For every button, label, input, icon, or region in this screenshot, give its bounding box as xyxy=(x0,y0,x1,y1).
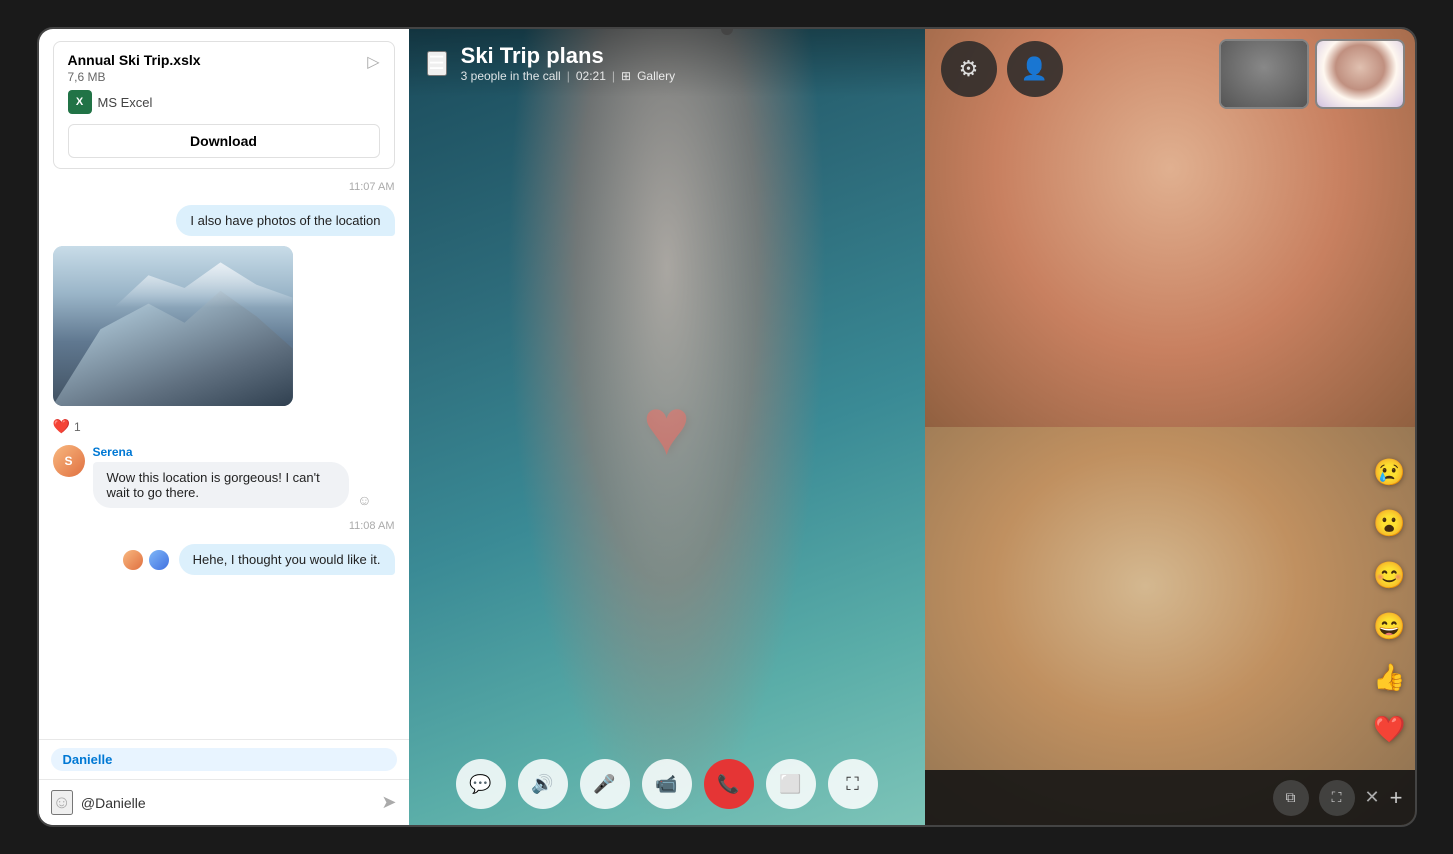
avatar-tiny-1 xyxy=(121,548,145,572)
emoji-thumbsup[interactable]: 👍 xyxy=(1373,662,1405,693)
main-video: ☰ Ski Trip plans 3 people in the call | … xyxy=(409,29,925,825)
emoji-reaction-btn[interactable]: ☺ xyxy=(357,492,371,508)
fullscreen-button[interactable]: ⛶ xyxy=(828,759,878,809)
serena-message-content: Serena Wow this location is gorgeous! I … xyxy=(93,445,395,508)
call-header: ☰ Ski Trip plans 3 people in the call | … xyxy=(409,29,925,97)
chat-input[interactable] xyxy=(81,795,374,811)
avatar-tiny-2 xyxy=(147,548,171,572)
participants-bottom-bar: ⧉ ⛶ ✕ + xyxy=(925,770,1415,825)
emoji-button[interactable]: ☺ xyxy=(51,790,73,815)
copy-layout-button[interactable]: ⧉ xyxy=(1273,780,1309,816)
emoji-surprised[interactable]: 😮 xyxy=(1373,508,1405,539)
mic-ctrl-button[interactable]: 🎤 xyxy=(580,759,630,809)
pip-video-1 xyxy=(1219,39,1309,109)
emoji-cry[interactable]: 😢 xyxy=(1373,457,1405,488)
serena-message-row: S Serena Wow this location is gorgeous! … xyxy=(53,445,395,508)
timestamp-row-2: 11:08 AM xyxy=(53,518,395,534)
chat-input-bar: ☺ ➤ xyxy=(39,779,409,825)
add-participant-button[interactable]: + xyxy=(1390,785,1403,811)
hamburger-button[interactable]: ☰ xyxy=(427,51,447,76)
gallery-icon-small: ⊞ xyxy=(621,69,631,83)
call-meta-sep-2: | xyxy=(612,69,615,83)
file-size: 7,6 MB xyxy=(68,70,201,84)
bubble-photos: I also have photos of the location xyxy=(176,205,394,236)
pip-dark-face xyxy=(1221,41,1307,107)
pip-container xyxy=(1219,39,1405,109)
call-title-group: Ski Trip plans 3 people in the call | 02… xyxy=(461,43,675,83)
gear-icon: ⚙ xyxy=(959,56,979,82)
settings-button[interactable]: ⚙ xyxy=(941,41,997,97)
file-type-label: MS Excel xyxy=(98,95,153,110)
volume-ctrl-button[interactable]: 🔊 xyxy=(518,759,568,809)
file-info: Annual Ski Trip.xslx 7,6 MB xyxy=(68,52,201,84)
chat-panel: Annual Ski Trip.xslx 7,6 MB ▷ X MS Excel… xyxy=(39,29,409,825)
video-call-area: ☰ Ski Trip plans 3 people in the call | … xyxy=(409,29,925,825)
file-type-row: X MS Excel xyxy=(68,90,380,114)
emoji-reaction-panel: 😢 😮 😊 😄 👍 ❤️ xyxy=(1365,437,1415,765)
participant-top: ⚙ 👤 xyxy=(925,29,1415,427)
add-person-button[interactable]: 👤 xyxy=(1007,41,1063,97)
forward-icon[interactable]: ▷ xyxy=(367,52,379,72)
video-ctrl-button[interactable]: 📹 xyxy=(642,759,692,809)
call-controls: 💬 🔊 🎤 📹 📞 ⬜ ⛶ xyxy=(456,759,878,809)
participants-panel: ⚙ 👤 😢 😮 😊 xyxy=(925,29,1415,825)
avatar-group xyxy=(121,548,171,572)
bubble-serena: Wow this location is gorgeous! I can't w… xyxy=(93,462,350,508)
file-name: Annual Ski Trip.xslx xyxy=(68,52,201,68)
message-photos: I also have photos of the location xyxy=(53,205,395,236)
call-time: 02:21 xyxy=(576,69,606,83)
chat-messages: Annual Ski Trip.xslx 7,6 MB ▷ X MS Excel… xyxy=(39,29,409,739)
call-gallery: Gallery xyxy=(637,69,675,83)
file-attachment: Annual Ski Trip.xslx 7,6 MB ▷ X MS Excel… xyxy=(53,41,395,169)
end-call-button[interactable]: 📞 xyxy=(704,759,754,809)
mountain-bg xyxy=(53,246,293,406)
bubble-hehe: Hehe, I thought you would like it. xyxy=(179,544,395,575)
add-person-icon: 👤 xyxy=(1021,56,1048,82)
chat-ctrl-button[interactable]: 💬 xyxy=(456,759,506,809)
call-people: 3 people in the call xyxy=(461,69,561,83)
send-button[interactable]: ➤ xyxy=(381,792,396,813)
mention-bar[interactable]: Danielle xyxy=(39,739,409,779)
participant-controls: ⚙ 👤 xyxy=(941,41,1063,97)
avatar-serena: S xyxy=(53,445,85,477)
pip-light-face xyxy=(1317,41,1403,107)
sender-name-serena: Serena xyxy=(93,445,395,459)
heart-reaction[interactable]: ❤️ xyxy=(53,418,70,435)
fullscreen-layout-button[interactable]: ⛶ xyxy=(1319,780,1355,816)
participant-bottom-face xyxy=(925,427,1415,825)
screen-share-button[interactable]: ⬜ xyxy=(766,759,816,809)
excel-icon: X xyxy=(68,90,92,114)
timestamp-1108: 11:08 AM xyxy=(349,520,395,532)
close-panel-button[interactable]: ✕ xyxy=(1365,787,1380,808)
emoji-smile[interactable]: 😊 xyxy=(1373,560,1405,591)
participant-bottom: 😢 😮 😊 😄 👍 ❤️ xyxy=(925,427,1415,825)
device-frame: Annual Ski Trip.xslx 7,6 MB ▷ X MS Excel… xyxy=(37,27,1417,827)
reaction-row: ❤️ 1 xyxy=(53,418,395,435)
chat-image-mountain[interactable] xyxy=(53,246,293,406)
emoji-heart[interactable]: ❤️ xyxy=(1373,714,1405,745)
main-person-video xyxy=(507,29,827,825)
call-meta: 3 people in the call | 02:21 | ⊞ Gallery xyxy=(461,69,675,83)
pip-video-2 xyxy=(1315,39,1405,109)
call-meta-sep-1: | xyxy=(567,69,570,83)
download-button[interactable]: Download xyxy=(68,124,380,158)
mention-tag[interactable]: Danielle xyxy=(51,748,397,771)
message-hehe-row: Hehe, I thought you would like it. xyxy=(53,544,395,575)
call-title: Ski Trip plans xyxy=(461,43,675,69)
timestamp-1107: 11:07 AM xyxy=(349,181,395,193)
emoji-laugh[interactable]: 😄 xyxy=(1373,611,1405,642)
mention-tag-text: Danielle xyxy=(63,752,113,767)
timestamp-row-1: 11:07 AM xyxy=(53,179,395,195)
snow-top xyxy=(53,256,293,320)
reaction-count: 1 xyxy=(74,420,81,434)
